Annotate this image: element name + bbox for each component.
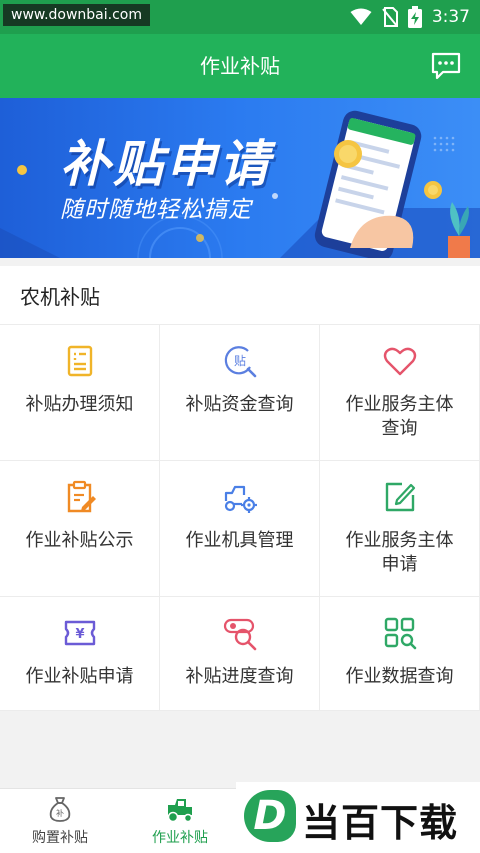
logo-text: 当百下载 bbox=[302, 801, 459, 845]
svg-text:补: 补 bbox=[56, 808, 64, 818]
notice-doc-icon bbox=[67, 345, 93, 377]
app-header: 作业补贴 bbox=[0, 34, 480, 98]
grid-search-icon bbox=[384, 617, 417, 650]
grid-item-label: 补贴资金查询 bbox=[185, 394, 294, 415]
grid-item-label: 作业补贴公示 bbox=[25, 530, 134, 551]
grid-item-service-query[interactable]: 作业服务主体 查询 bbox=[320, 325, 480, 461]
chat-bubble-icon[interactable] bbox=[430, 50, 462, 82]
status-bar: www.downbai.com 3:37 bbox=[0, 0, 480, 34]
nav-item-purchase-subsidy[interactable]: 补 购置补贴 bbox=[0, 789, 120, 853]
progress-search-icon bbox=[223, 618, 257, 651]
no-sim-icon bbox=[382, 7, 398, 27]
grid-item-label: 作业机具管理 bbox=[185, 530, 294, 551]
banner-title: 补贴申请 bbox=[60, 135, 272, 193]
nav-label: 购置补贴 bbox=[32, 830, 88, 846]
feature-grid: 补贴办理须知 贴 补贴资金查询 作业服务主体 查询 作业补贴公示 作业机具管理 … bbox=[0, 324, 480, 711]
status-time: 3:37 bbox=[431, 7, 470, 27]
logo-watermark: D 当百下载 bbox=[236, 782, 480, 853]
nav-item-operation-subsidy[interactable]: 作业补贴 bbox=[120, 789, 240, 853]
promo-banner[interactable]: 补贴申请 随时随地轻松搞定 bbox=[0, 98, 480, 258]
clipboard-edit-icon bbox=[67, 480, 96, 513]
grid-item-notice[interactable]: 补贴办理须知 bbox=[0, 325, 160, 461]
grid-item-progress-query[interactable]: 补贴进度查询 bbox=[160, 597, 320, 711]
site-watermark: www.downbai.com bbox=[3, 4, 150, 26]
wifi-icon bbox=[350, 8, 372, 25]
edit-square-icon bbox=[385, 482, 416, 512]
yuan-ticket-icon: ¥ bbox=[64, 620, 96, 646]
grid-item-data-query[interactable]: 作业数据查询 bbox=[320, 597, 480, 711]
svg-text:贴: 贴 bbox=[234, 354, 246, 368]
tractor-icon bbox=[167, 799, 193, 823]
svg-text:¥: ¥ bbox=[75, 627, 84, 642]
grid-item-subsidy-apply[interactable]: ¥ 作业补贴申请 bbox=[0, 597, 160, 711]
tractor-gear-icon bbox=[224, 485, 257, 513]
nav-label: 作业补贴 bbox=[152, 830, 208, 846]
logo-d-mark: D bbox=[244, 790, 296, 842]
grid-item-publicity[interactable]: 作业补贴公示 bbox=[0, 461, 160, 597]
section-title: 农机补贴 bbox=[20, 285, 100, 309]
grid-item-label: 作业数据查询 bbox=[345, 666, 454, 687]
banner-subtitle: 随时随地轻松搞定 bbox=[60, 197, 252, 223]
page-title: 作业补贴 bbox=[200, 54, 280, 78]
heart-icon bbox=[383, 347, 417, 376]
grid-item-label: 作业服务主体 查询 bbox=[345, 394, 454, 439]
grid-item-label: 作业服务主体 申请 bbox=[345, 530, 454, 575]
grid-item-label: 补贴办理须知 bbox=[25, 394, 134, 415]
grid-item-label: 补贴进度查询 bbox=[185, 666, 294, 687]
subsidy-search-icon: 贴 bbox=[224, 346, 257, 378]
status-icons: 3:37 bbox=[350, 0, 470, 34]
grid-item-label: 作业补贴申请 bbox=[25, 666, 134, 687]
grid-item-machine-mgmt[interactable]: 作业机具管理 bbox=[160, 461, 320, 597]
grid-item-fund-query[interactable]: 贴 补贴资金查询 bbox=[160, 325, 320, 461]
battery-charging-icon bbox=[407, 6, 422, 28]
grid-item-service-apply[interactable]: 作业服务主体 申请 bbox=[320, 461, 480, 597]
money-bag-icon: 补 bbox=[49, 797, 71, 822]
